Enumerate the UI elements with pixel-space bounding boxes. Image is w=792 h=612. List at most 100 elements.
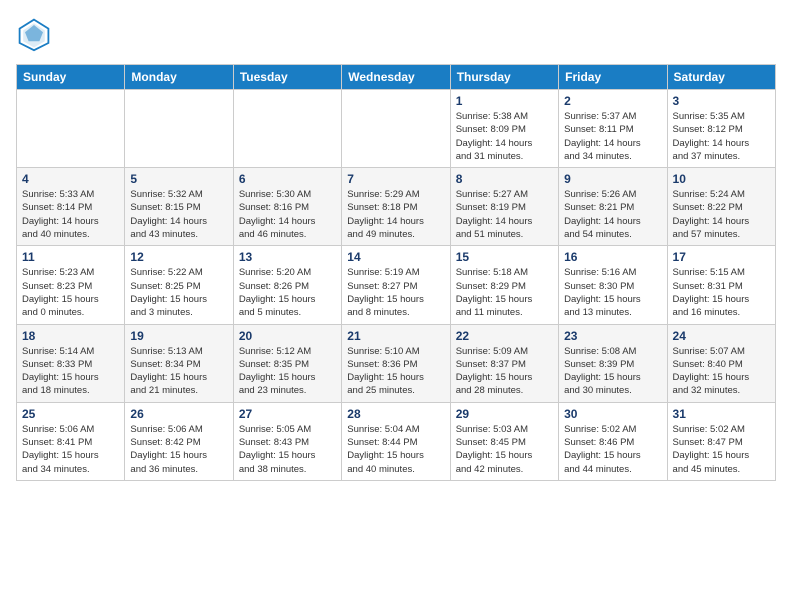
day-cell xyxy=(17,90,125,168)
day-cell: 30 Sunrise: 5:02 AM Sunset: 8:46 PM Dayli… xyxy=(559,402,667,480)
day-number: 8 xyxy=(456,172,553,186)
day-cell: 31 Sunrise: 5:02 AM Sunset: 8:47 PM Dayli… xyxy=(667,402,775,480)
day-info: Sunrise: 5:38 AM Sunset: 8:09 PM Dayligh… xyxy=(456,110,553,163)
day-number: 2 xyxy=(564,94,661,108)
day-cell: 8 Sunrise: 5:27 AM Sunset: 8:19 PM Daylig… xyxy=(450,168,558,246)
day-info: Sunrise: 5:23 AM Sunset: 8:23 PM Dayligh… xyxy=(22,266,119,319)
day-number: 4 xyxy=(22,172,119,186)
day-info: Sunrise: 5:02 AM Sunset: 8:46 PM Dayligh… xyxy=(564,423,661,476)
day-info: Sunrise: 5:16 AM Sunset: 8:30 PM Dayligh… xyxy=(564,266,661,319)
day-cell: 4 Sunrise: 5:33 AM Sunset: 8:14 PM Daylig… xyxy=(17,168,125,246)
day-cell: 13Sunrise: 5:20 AM Sunset: 8:26 PM Dayli… xyxy=(233,246,341,324)
week-row-2: 4 Sunrise: 5:33 AM Sunset: 8:14 PM Daylig… xyxy=(17,168,776,246)
day-info: Sunrise: 5:07 AM Sunset: 8:40 PM Dayligh… xyxy=(673,345,770,398)
day-cell: 6Sunrise: 5:30 AM Sunset: 8:16 PM Daylig… xyxy=(233,168,341,246)
day-number: 21 xyxy=(347,329,444,343)
day-cell: 2 Sunrise: 5:37 AM Sunset: 8:11 PM Daylig… xyxy=(559,90,667,168)
day-info: Sunrise: 5:03 AM Sunset: 8:45 PM Dayligh… xyxy=(456,423,553,476)
day-info: Sunrise: 5:32 AM Sunset: 8:15 PM Dayligh… xyxy=(130,188,227,241)
day-cell: 28 Sunrise: 5:04 AM Sunset: 8:44 PM Dayli… xyxy=(342,402,450,480)
day-number: 20 xyxy=(239,329,336,343)
day-cell: 16 Sunrise: 5:16 AM Sunset: 8:30 PM Dayli… xyxy=(559,246,667,324)
day-number: 24 xyxy=(673,329,770,343)
header-day-friday: Friday xyxy=(559,65,667,90)
day-info: Sunrise: 5:27 AM Sunset: 8:19 PM Dayligh… xyxy=(456,188,553,241)
day-number: 7 xyxy=(347,172,444,186)
day-number: 31 xyxy=(673,407,770,421)
header-day-wednesday: Wednesday xyxy=(342,65,450,90)
day-info: Sunrise: 5:05 AM Sunset: 8:43 PM Dayligh… xyxy=(239,423,336,476)
day-info: Sunrise: 5:15 AM Sunset: 8:31 PM Dayligh… xyxy=(673,266,770,319)
day-cell: 29 Sunrise: 5:03 AM Sunset: 8:45 PM Dayli… xyxy=(450,402,558,480)
day-number: 5 xyxy=(130,172,227,186)
header-day-monday: Monday xyxy=(125,65,233,90)
day-info: Sunrise: 5:02 AM Sunset: 8:47 PM Dayligh… xyxy=(673,423,770,476)
day-info: Sunrise: 5:04 AM Sunset: 8:44 PM Dayligh… xyxy=(347,423,444,476)
day-cell: 20Sunrise: 5:12 AM Sunset: 8:35 PM Dayli… xyxy=(233,324,341,402)
calendar-body: 1 Sunrise: 5:38 AM Sunset: 8:09 PM Daylig… xyxy=(17,90,776,481)
day-number: 19 xyxy=(130,329,227,343)
day-number: 22 xyxy=(456,329,553,343)
day-number: 12 xyxy=(130,250,227,264)
day-cell xyxy=(342,90,450,168)
header-row: SundayMondayTuesdayWednesdayThursdayFrid… xyxy=(17,65,776,90)
day-number: 26 xyxy=(130,407,227,421)
day-cell: 25Sunrise: 5:06 AM Sunset: 8:41 PM Dayli… xyxy=(17,402,125,480)
day-info: Sunrise: 5:29 AM Sunset: 8:18 PM Dayligh… xyxy=(347,188,444,241)
day-cell: 15 Sunrise: 5:18 AM Sunset: 8:29 PM Dayli… xyxy=(450,246,558,324)
header-day-saturday: Saturday xyxy=(667,65,775,90)
day-number: 18 xyxy=(22,329,119,343)
day-number: 14 xyxy=(347,250,444,264)
day-cell: 21 Sunrise: 5:10 AM Sunset: 8:36 PM Dayli… xyxy=(342,324,450,402)
day-info: Sunrise: 5:06 AM Sunset: 8:41 PM Dayligh… xyxy=(22,423,119,476)
day-number: 28 xyxy=(347,407,444,421)
day-number: 30 xyxy=(564,407,661,421)
day-cell: 14 Sunrise: 5:19 AM Sunset: 8:27 PM Dayli… xyxy=(342,246,450,324)
logo xyxy=(16,16,56,52)
day-number: 13 xyxy=(239,250,336,264)
day-info: Sunrise: 5:24 AM Sunset: 8:22 PM Dayligh… xyxy=(673,188,770,241)
day-cell: 19Sunrise: 5:13 AM Sunset: 8:34 PM Dayli… xyxy=(125,324,233,402)
day-cell: 26 Sunrise: 5:06 AM Sunset: 8:42 PM Dayli… xyxy=(125,402,233,480)
day-cell: 17Sunrise: 5:15 AM Sunset: 8:31 PM Dayli… xyxy=(667,246,775,324)
header-day-thursday: Thursday xyxy=(450,65,558,90)
day-info: Sunrise: 5:06 AM Sunset: 8:42 PM Dayligh… xyxy=(130,423,227,476)
day-number: 1 xyxy=(456,94,553,108)
header-day-tuesday: Tuesday xyxy=(233,65,341,90)
day-cell: 18 Sunrise: 5:14 AM Sunset: 8:33 PM Dayli… xyxy=(17,324,125,402)
day-info: Sunrise: 5:14 AM Sunset: 8:33 PM Dayligh… xyxy=(22,345,119,398)
day-cell: 5 Sunrise: 5:32 AM Sunset: 8:15 PM Daylig… xyxy=(125,168,233,246)
day-cell: 12 Sunrise: 5:22 AM Sunset: 8:25 PM Dayli… xyxy=(125,246,233,324)
day-number: 16 xyxy=(564,250,661,264)
day-number: 23 xyxy=(564,329,661,343)
day-number: 29 xyxy=(456,407,553,421)
logo-icon xyxy=(16,16,52,52)
day-info: Sunrise: 5:30 AM Sunset: 8:16 PM Dayligh… xyxy=(239,188,336,241)
day-number: 11 xyxy=(22,250,119,264)
day-info: Sunrise: 5:09 AM Sunset: 8:37 PM Dayligh… xyxy=(456,345,553,398)
day-info: Sunrise: 5:22 AM Sunset: 8:25 PM Dayligh… xyxy=(130,266,227,319)
day-number: 9 xyxy=(564,172,661,186)
day-info: Sunrise: 5:19 AM Sunset: 8:27 PM Dayligh… xyxy=(347,266,444,319)
day-info: Sunrise: 5:18 AM Sunset: 8:29 PM Dayligh… xyxy=(456,266,553,319)
day-cell: 9 Sunrise: 5:26 AM Sunset: 8:21 PM Daylig… xyxy=(559,168,667,246)
day-cell: 3Sunrise: 5:35 AM Sunset: 8:12 PM Daylig… xyxy=(667,90,775,168)
day-number: 15 xyxy=(456,250,553,264)
calendar-header: SundayMondayTuesdayWednesdayThursdayFrid… xyxy=(17,65,776,90)
day-cell: 1 Sunrise: 5:38 AM Sunset: 8:09 PM Daylig… xyxy=(450,90,558,168)
day-info: Sunrise: 5:37 AM Sunset: 8:11 PM Dayligh… xyxy=(564,110,661,163)
day-cell xyxy=(233,90,341,168)
day-number: 3 xyxy=(673,94,770,108)
calendar-table: SundayMondayTuesdayWednesdayThursdayFrid… xyxy=(16,64,776,481)
day-cell: 22 Sunrise: 5:09 AM Sunset: 8:37 PM Dayli… xyxy=(450,324,558,402)
day-number: 27 xyxy=(239,407,336,421)
day-cell: 10Sunrise: 5:24 AM Sunset: 8:22 PM Dayli… xyxy=(667,168,775,246)
day-cell: 7 Sunrise: 5:29 AM Sunset: 8:18 PM Daylig… xyxy=(342,168,450,246)
week-row-3: 11 Sunrise: 5:23 AM Sunset: 8:23 PM Dayli… xyxy=(17,246,776,324)
day-info: Sunrise: 5:33 AM Sunset: 8:14 PM Dayligh… xyxy=(22,188,119,241)
day-info: Sunrise: 5:26 AM Sunset: 8:21 PM Dayligh… xyxy=(564,188,661,241)
page-header xyxy=(16,16,776,52)
day-info: Sunrise: 5:08 AM Sunset: 8:39 PM Dayligh… xyxy=(564,345,661,398)
day-info: Sunrise: 5:10 AM Sunset: 8:36 PM Dayligh… xyxy=(347,345,444,398)
day-cell xyxy=(125,90,233,168)
